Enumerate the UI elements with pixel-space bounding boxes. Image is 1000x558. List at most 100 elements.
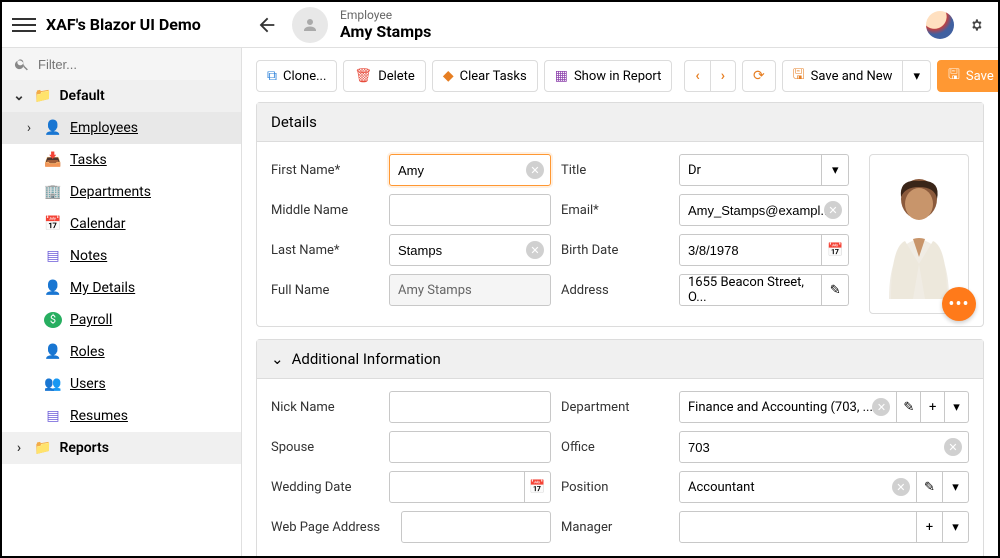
position-lookup[interactable]: Accountant✕ <box>679 471 917 503</box>
save-and-new-button[interactable]: 🖫Save and New <box>782 60 904 92</box>
record-avatar-placeholder <box>292 7 328 43</box>
clear-icon[interactable]: ✕ <box>526 161 544 179</box>
plus-icon: + <box>929 400 936 415</box>
department-dropdown-button[interactable]: ▾ <box>945 391 969 423</box>
nav-item-label: Users <box>70 376 106 392</box>
nav-item-calendar[interactable]: 📅Calendar <box>2 208 241 240</box>
eraser-icon: ◆ <box>443 68 454 84</box>
filter-input[interactable] <box>38 57 229 72</box>
prev-record-button[interactable]: ‹ <box>684 60 710 92</box>
nav-tree: ⌄📁Default›👤Employees📥Tasks🏢Departments📅C… <box>2 80 241 464</box>
middle-name-input[interactable] <box>389 194 551 226</box>
title-dropdown-button[interactable]: ▾ <box>822 154 849 186</box>
dots-icon: ••• <box>948 294 969 315</box>
nav-item-roles[interactable]: 👤Roles <box>2 336 241 368</box>
first-name-input[interactable]: ✕ <box>389 154 551 186</box>
web-page-input[interactable] <box>401 511 551 543</box>
nick-name-label: Nick Name <box>271 400 379 415</box>
employee-photo <box>879 169 959 299</box>
clear-icon[interactable]: ✕ <box>892 478 910 496</box>
settings-button[interactable] <box>966 14 988 36</box>
section-additional-header[interactable]: ⌄ Additional Information <box>257 340 983 379</box>
refresh-button[interactable]: ⟳ <box>742 60 776 92</box>
gear-icon <box>966 14 988 36</box>
nick-name-input[interactable] <box>389 391 551 423</box>
clear-tasks-button[interactable]: ◆Clear Tasks <box>432 60 538 92</box>
photo-actions-button[interactable]: ••• <box>942 287 976 321</box>
nav-item-tasks[interactable]: 📥Tasks <box>2 144 241 176</box>
clear-icon[interactable]: ✕ <box>526 241 544 259</box>
email-input[interactable]: ✕ <box>679 194 849 226</box>
department-edit-button[interactable]: ✎ <box>897 391 921 423</box>
clear-icon[interactable]: ✕ <box>872 398 890 416</box>
save-and-new-dropdown[interactable]: ▾ <box>902 60 931 92</box>
birth-date-picker-button[interactable]: 📅 <box>822 234 849 266</box>
department-lookup[interactable]: Finance and Accounting (703, ...✕ <box>679 391 897 423</box>
last-name-input[interactable]: ✕ <box>389 234 551 266</box>
caret-down-icon: ▾ <box>952 520 959 535</box>
birth-date-input[interactable] <box>679 234 822 266</box>
caret-down-icon: ▾ <box>953 400 960 415</box>
calendar-icon: 📅 <box>529 480 545 495</box>
notes-icon: ▤ <box>44 248 62 264</box>
nav-root-reports[interactable]: ›📁Reports <box>2 432 241 464</box>
manager-dropdown-button[interactable]: ▾ <box>943 511 969 543</box>
wedding-date-input[interactable] <box>389 471 525 503</box>
last-name-label: Last Name* <box>271 243 379 258</box>
position-edit-button[interactable]: ✎ <box>917 471 943 503</box>
employees-icon: 👤 <box>44 120 62 136</box>
wedding-date-picker-button[interactable]: 📅 <box>525 471 551 503</box>
nav-item-label: My Details <box>70 280 135 296</box>
folder-icon: 📁 <box>34 440 51 456</box>
clear-icon[interactable]: ✕ <box>944 438 962 456</box>
roles-icon: 👤 <box>44 344 62 360</box>
show-in-report-button[interactable]: ▦Show in Report <box>544 60 673 92</box>
title-label: Title <box>561 163 669 178</box>
nav-root-label: Default <box>59 88 104 104</box>
manager-add-button[interactable]: + <box>917 511 943 543</box>
nav-item-employees[interactable]: ›👤Employees <box>2 112 241 144</box>
caret-down-icon: ▾ <box>952 480 959 495</box>
sidebar-filter[interactable] <box>2 48 241 80</box>
arrow-left-icon <box>256 14 278 36</box>
manager-lookup[interactable] <box>679 511 917 543</box>
search-icon <box>14 56 30 72</box>
chevron-right-icon: › <box>721 68 725 84</box>
clone-button[interactable]: ⧉Clone... <box>256 60 337 92</box>
nav-root-default[interactable]: ⌄📁Default <box>2 80 241 112</box>
chevron-down-icon: ⌄ <box>12 88 26 104</box>
chevron-down-icon: ⌄ <box>271 350 284 368</box>
position-dropdown-button[interactable]: ▾ <box>943 471 969 503</box>
manager-label: Manager <box>561 520 669 535</box>
nav-item-resumes[interactable]: ▤Resumes <box>2 400 241 432</box>
nav-item-departments[interactable]: 🏢Departments <box>2 176 241 208</box>
pencil-icon: ✎ <box>903 400 914 415</box>
nav-item-mydetails[interactable]: 👤My Details <box>2 272 241 304</box>
breadcrumb-type: Employee <box>340 8 926 22</box>
clear-icon[interactable]: ✕ <box>824 201 842 219</box>
nav-item-label: Tasks <box>70 152 107 168</box>
spouse-input[interactable] <box>389 431 551 463</box>
address-lookup[interactable]: 1655 Beacon Street, O... <box>679 274 822 306</box>
save-button[interactable]: 🖫Save <box>937 60 998 92</box>
wedding-date-label: Wedding Date <box>271 480 379 495</box>
nav-item-label: Resumes <box>70 408 128 424</box>
title-select[interactable]: Dr <box>679 154 822 186</box>
middle-name-label: Middle Name <box>271 203 379 218</box>
nav-root-label: Reports <box>59 440 109 456</box>
address-label: Address <box>561 283 669 298</box>
department-add-button[interactable]: + <box>921 391 945 423</box>
office-input[interactable]: ✕ <box>679 431 969 463</box>
address-edit-button[interactable]: ✎ <box>822 274 849 306</box>
nav-item-label: Notes <box>70 248 107 264</box>
user-avatar[interactable] <box>926 11 954 39</box>
nav-item-users[interactable]: 👥Users <box>2 368 241 400</box>
delete-button[interactable]: 🗑Delete <box>343 60 425 92</box>
back-button[interactable] <box>256 14 278 36</box>
section-details-header: Details <box>257 103 983 142</box>
next-record-button[interactable]: › <box>710 60 736 92</box>
nav-item-notes[interactable]: ▤ Notes <box>2 240 241 272</box>
hamburger-icon[interactable] <box>12 13 36 37</box>
department-label: Department <box>561 400 669 415</box>
nav-item-payroll[interactable]: $Payroll <box>2 304 241 336</box>
